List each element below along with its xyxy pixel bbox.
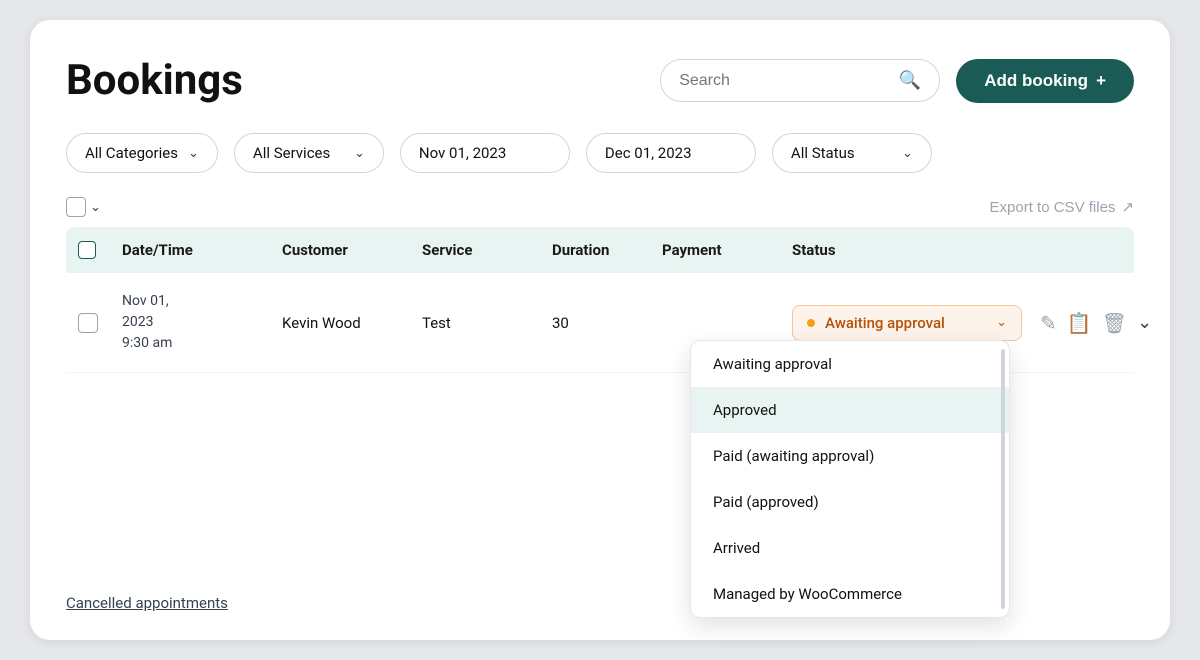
add-booking-button[interactable]: Add booking + (956, 59, 1134, 103)
date-to-filter[interactable]: Dec 01, 2023 (586, 133, 756, 173)
col-status: Status (792, 241, 1134, 259)
chevron-down-icon: ⌄ (188, 146, 199, 161)
col-duration: Duration (552, 241, 662, 259)
copy-icon[interactable]: 📋 (1067, 311, 1092, 335)
row-service: Test (422, 314, 552, 332)
page-title: Bookings (66, 56, 243, 105)
col-customer: Customer (282, 241, 422, 259)
status-dot (807, 319, 815, 327)
scrollbar (1001, 349, 1005, 609)
chevron-down-icon: ⌄ (996, 315, 1007, 330)
services-label: All Services (253, 144, 330, 162)
status-filter-label: All Status (791, 144, 855, 162)
dropdown-item-approved[interactable]: Approved (691, 387, 1009, 433)
row-customer: Kevin Wood (282, 314, 422, 332)
col-service: Service (422, 241, 552, 259)
search-box[interactable]: 🔍 (660, 59, 940, 102)
date-from-label: Nov 01, 2023 (419, 144, 506, 162)
dropdown-item-awaiting[interactable]: Awaiting approval (691, 341, 1009, 387)
row-actions: ✎ 📋 🗑 ⌄ (1040, 311, 1152, 335)
filters-bar: All Categories ⌄ All Services ⌄ Nov 01, … (66, 133, 1134, 173)
date-from-filter[interactable]: Nov 01, 2023 (400, 133, 570, 173)
col-datetime: Date/Time (122, 241, 282, 259)
dropdown-item-woocommerce[interactable]: Managed by WooCommerce (691, 571, 1009, 617)
export-label: Export to CSV files (990, 199, 1116, 216)
page-header: Bookings 🔍 Add booking + (66, 56, 1134, 105)
status-label: Awaiting approval (825, 314, 945, 332)
select-all-checkbox[interactable] (66, 197, 86, 217)
categories-label: All Categories (85, 144, 178, 162)
row-status-area: Awaiting approval ⌄ ✎ 📋 🗑 ⌄ (792, 305, 1152, 341)
select-all-container[interactable]: ⌄ (66, 197, 101, 217)
dropdown-item-paid-awaiting[interactable]: Paid (awaiting approval) (691, 433, 1009, 479)
dropdown-item-paid-approved[interactable]: Paid (approved) (691, 479, 1009, 525)
categories-filter[interactable]: All Categories ⌄ (66, 133, 218, 173)
dropdown-item-arrived[interactable]: Arrived (691, 525, 1009, 571)
status-badge[interactable]: Awaiting approval ⌄ (792, 305, 1022, 341)
delete-icon[interactable]: 🗑 (1102, 311, 1127, 335)
search-icon: 🔍 (899, 70, 921, 91)
table-header: Date/Time Customer Service Duration Paym… (66, 227, 1134, 273)
date-to-label: Dec 01, 2023 (605, 144, 692, 162)
export-button[interactable]: Export to CSV files ↗ (990, 198, 1134, 216)
search-input[interactable] (679, 72, 891, 90)
chevron-down-icon: ⌄ (902, 146, 913, 161)
footer: Cancelled appointments (66, 593, 228, 612)
status-filter[interactable]: All Status ⌄ (772, 133, 932, 173)
status-dropdown: Awaiting approval Approved Paid (awaitin… (690, 340, 1010, 618)
toolbar: ⌄ Export to CSV files ↗ (66, 197, 1134, 217)
row-duration: 30 (552, 314, 662, 332)
header-actions: 🔍 Add booking + (660, 59, 1134, 103)
export-icon: ↗ (1121, 198, 1134, 216)
cancelled-appointments-link[interactable]: Cancelled appointments (66, 594, 228, 612)
header-checkbox[interactable] (78, 241, 96, 259)
edit-icon[interactable]: ✎ (1040, 311, 1057, 335)
expand-icon[interactable]: ⌄ (1137, 312, 1152, 333)
services-filter[interactable]: All Services ⌄ (234, 133, 384, 173)
col-payment: Payment (662, 241, 792, 259)
row-datetime: Nov 01,20239:30 am (122, 291, 282, 354)
plus-icon: + (1096, 71, 1106, 91)
chevron-down-icon: ⌄ (354, 146, 365, 161)
row-checkbox[interactable] (78, 313, 98, 333)
chevron-down-icon[interactable]: ⌄ (90, 200, 101, 215)
main-card: Bookings 🔍 Add booking + All Categories … (30, 20, 1170, 640)
add-booking-label: Add booking (984, 71, 1088, 91)
